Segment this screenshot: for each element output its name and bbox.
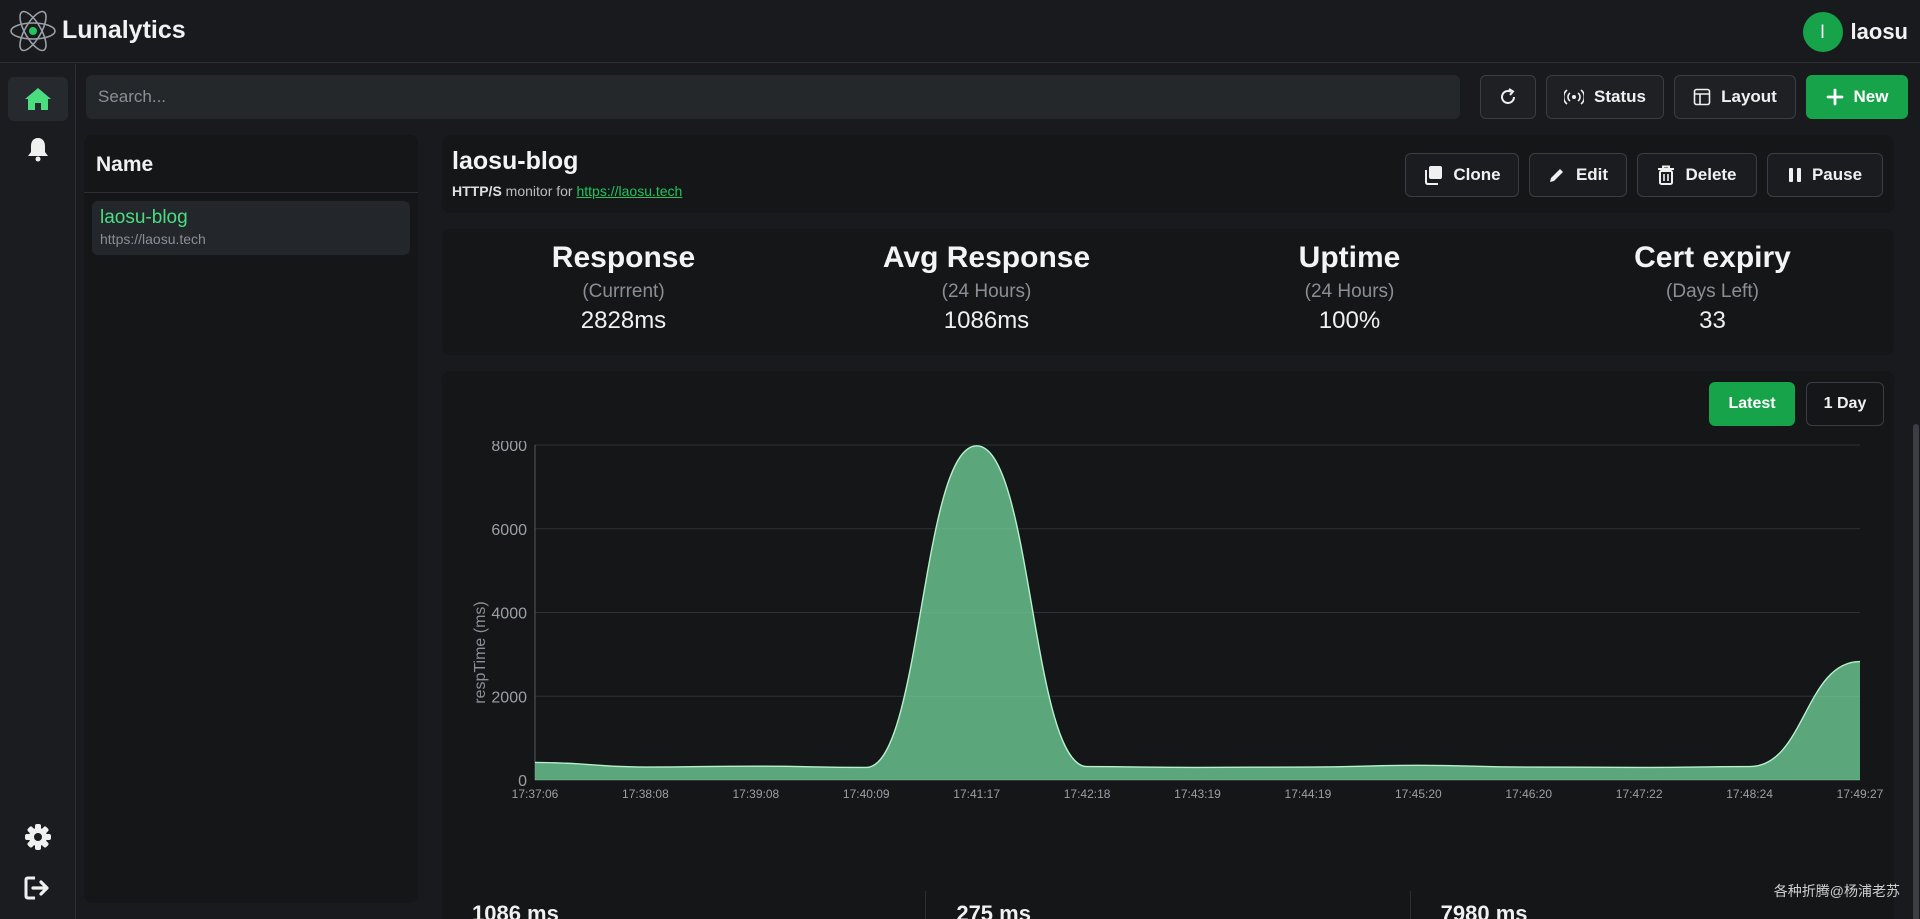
stat-value: 2828ms (580, 307, 667, 334)
y-tick-label: 2000 (491, 689, 527, 706)
avatar[interactable]: l (1802, 12, 1843, 52)
x-tick-label: 17:44:19 (1285, 787, 1332, 801)
layout-button-label: Layout (1721, 87, 1777, 106)
status-button-label: Status (1594, 87, 1646, 106)
summary-row: 1086 ms 275 ms 7980 ms (442, 891, 1894, 919)
monitor-url: https://laosu.tech (100, 231, 206, 247)
y-tick-label: 6000 (491, 522, 527, 539)
stat-title: Avg Response (882, 241, 1091, 274)
day-range-button[interactable]: 1 Day (1806, 382, 1884, 426)
x-tick-label: 17:42:18 (1064, 787, 1111, 801)
stat-value: 100% (1318, 307, 1381, 334)
series-line (534, 445, 1861, 769)
stat-value: 33 (1699, 307, 1726, 334)
settings-nav-button[interactable] (8, 815, 68, 859)
y-axis-label: respTime (ms) (472, 601, 489, 704)
stat-title: Response (551, 241, 696, 274)
pause-icon (1788, 168, 1801, 182)
trash-icon (1658, 165, 1675, 185)
stat-sub: (24 Hours) (1304, 281, 1395, 302)
notifications-nav-button[interactable] (8, 127, 68, 171)
user-menu[interactable]: l laosu (1802, 12, 1908, 52)
monitor-subtitle: HTTP/S monitor for https://laosu.tech (452, 183, 682, 199)
new-button-label: New (1853, 87, 1889, 106)
logout-nav-button[interactable] (8, 866, 68, 910)
stat-value: 1086ms (943, 307, 1030, 334)
x-tick-label: 17:47:22 (1616, 787, 1663, 801)
search-input[interactable] (86, 75, 1460, 119)
new-monitor-button[interactable]: New (1806, 75, 1908, 119)
x-tick-label: 17:45:20 (1395, 787, 1442, 801)
home-nav-button[interactable] (8, 77, 68, 121)
monitor-subtitle-text: monitor for (505, 183, 573, 199)
y-tick-label: 8000 (491, 441, 527, 455)
edit-button-label: Edit (1575, 165, 1609, 184)
monitor-title: laosu-blog (452, 147, 579, 175)
broadcast-icon (1564, 89, 1585, 105)
summary-min: 275 ms (926, 891, 1411, 919)
bell-icon (28, 138, 48, 162)
stat-response: Response (Currrent) 2828ms (442, 229, 805, 355)
pause-button[interactable]: Pause (1767, 153, 1883, 197)
layout-icon (1693, 88, 1711, 106)
response-time-chart[interactable]: 02000400060008000respTime (ms)17:37:06 17… (442, 441, 1894, 911)
username[interactable]: laosu (1851, 19, 1908, 45)
pause-button-label: Pause (1811, 165, 1863, 184)
home-icon (25, 88, 51, 110)
top-bar: Lunalytics l laosu (0, 0, 1920, 63)
clone-button[interactable]: Clone (1405, 153, 1519, 197)
list-item[interactable]: laosu-blog https://laosu.tech (92, 201, 410, 255)
chart-panel: Latest 1 Day 0 2000 4000 6000 8000 respTime (… (442, 371, 1894, 919)
x-tick-label: 17:40:09 (843, 787, 890, 801)
x-tick-label: 17:43:19 (1174, 787, 1221, 801)
stat-sub: (Days Left) (1666, 281, 1759, 302)
list-header[interactable]: Name (84, 135, 418, 193)
stat-uptime: Uptime (24 Hours) 100% (1168, 229, 1531, 355)
x-tick-label: 17:37:06 (512, 787, 559, 801)
x-tick-label: 17:38:08 (622, 787, 669, 801)
y-tick-label: 4000 (491, 606, 527, 623)
scroll-thumb[interactable] (1913, 424, 1919, 919)
monitor-detail-header: laosu-blog HTTP/S monitor for https://la… (442, 135, 1894, 213)
stat-sub: (24 Hours) (941, 281, 1032, 302)
layout-button[interactable]: Layout (1674, 75, 1796, 119)
refresh-icon (1501, 88, 1515, 104)
x-tick-label: 17:46:20 (1505, 787, 1552, 801)
monitor-type: HTTP/S (452, 183, 502, 199)
delete-button[interactable]: Delete (1637, 153, 1757, 197)
stat-title: Cert expiry (1634, 241, 1791, 274)
stats-panel: Response (Currrent) 2828ms Avg Response … (442, 229, 1894, 355)
latest-range-button[interactable]: Latest (1709, 382, 1795, 426)
stat-cert-expiry: Cert expiry (Days Left) 33 (1531, 229, 1894, 355)
stat-title: Uptime (1298, 241, 1401, 274)
monitor-url-link[interactable]: https://laosu.tech (576, 183, 682, 199)
delete-button-label: Delete (1685, 165, 1737, 184)
atom-logo-icon[interactable] (8, 6, 58, 56)
summary-avg: 1086 ms (442, 891, 927, 919)
x-tick-label: 17:48:24 (1726, 787, 1773, 801)
refresh-button[interactable] (1480, 75, 1536, 119)
x-tick-label: 17:39:08 (732, 787, 779, 801)
x-tick-label: 17:49:27 (1837, 787, 1884, 801)
page-scrollbar[interactable] (1912, 64, 1920, 919)
app-title[interactable]: Lunalytics (62, 16, 186, 45)
edit-button[interactable]: Edit (1529, 153, 1627, 197)
status-button[interactable]: Status (1546, 75, 1664, 119)
x-tick-label: 17:41:17 (953, 787, 1000, 801)
monitor-name: laosu-blog (100, 207, 188, 228)
logout-icon (24, 876, 49, 900)
stat-sub: (Currrent) (582, 281, 665, 302)
copy-icon (1425, 166, 1443, 185)
clone-button-label: Clone (1453, 165, 1501, 184)
plus-icon (1826, 88, 1843, 106)
gear-icon (25, 824, 51, 850)
left-nav (0, 64, 76, 919)
pencil-icon (1549, 169, 1563, 182)
stat-avg-response: Avg Response (24 Hours) 1086ms (805, 229, 1168, 355)
monitor-list-panel: Name laosu-blog https://laosu.tech (84, 135, 418, 903)
watermark: 各种折腾@杨浦老苏 (1773, 883, 1900, 899)
